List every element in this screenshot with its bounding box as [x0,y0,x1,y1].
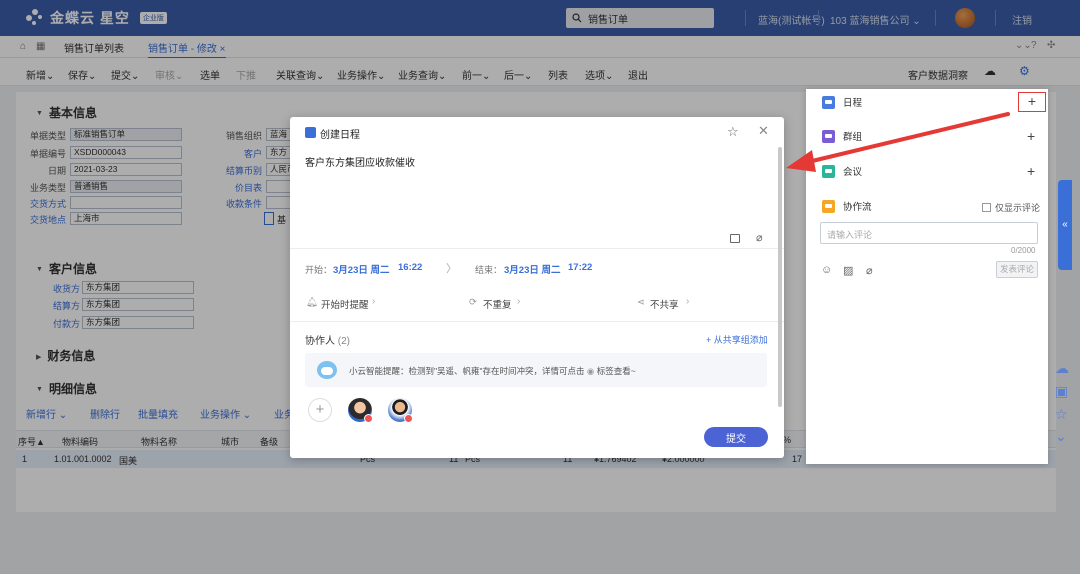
attachment-icon[interactable]: ⌀ [866,264,873,277]
workflow-icon [822,199,835,213]
bell-icon: 🔔︎ [306,297,319,308]
tip-link[interactable]: 标签查看~ [597,366,636,376]
comment-input[interactable]: 请输入评论 [820,222,1038,244]
assistant-bot-icon [317,361,337,379]
remove-badge-icon[interactable] [364,414,373,423]
share-icon: ⋖ [637,297,645,308]
side-expand-handle[interactable]: « [1058,180,1072,270]
chat-icon[interactable]: ▣ [1055,383,1068,400]
group-icon [822,129,835,143]
panel-item-label: 会议 [843,167,863,178]
start-time[interactable]: 16:22 [398,262,422,273]
dialog-title: 创建日程 [320,130,360,141]
checkbox-icon[interactable] [982,203,991,212]
start-date[interactable]: 3月23日 周二 [333,262,390,276]
start-label: 开始： [305,265,333,275]
schedule-content-textarea[interactable]: 客户东方集团应收款催收 [305,154,765,169]
avatar[interactable] [388,398,413,423]
star-icon[interactable]: ☆ [1055,406,1068,423]
scrollbar[interactable] [778,147,782,407]
repeat-option[interactable]: 不重复 [483,297,512,311]
panel-item-label: 日程 [843,98,863,109]
add-meeting-button[interactable]: + [1027,164,1035,178]
collab-label: 协作人 [305,336,335,347]
remind-option[interactable]: 开始时提醒 [321,297,369,311]
tip-message: 小云智能提醒：检测到"吴遥、帆雍"存在时间冲突，详情可点击 [349,366,585,376]
chevron-right-icon: › [517,296,521,307]
panel-item-label: 协作流 [843,202,872,213]
collab-count: (2) [337,336,351,347]
star-icon[interactable]: ☆ [727,124,739,140]
image-icon[interactable]: ▨ [843,264,853,277]
divider [290,321,784,322]
add-collaborator-button[interactable]: + [308,398,332,422]
add-schedule-button[interactable]: + [1018,92,1046,112]
schedule-icon [822,95,835,109]
panel-item-label: 群组 [843,132,863,143]
panel-item-workflow: 协作流 [822,198,872,214]
tag-icon: ◉ [586,366,595,376]
end-date[interactable]: 3月23日 周二 [504,262,561,276]
end-label: 结束： [475,265,503,275]
end-time[interactable]: 17:22 [568,262,592,273]
panel-item-meeting[interactable]: 会议 [822,163,862,179]
meeting-icon [822,164,835,178]
panel-item-group[interactable]: 群组 [822,128,862,144]
post-comment-button[interactable]: 发表评论 [996,261,1038,278]
cloud-icon[interactable]: ☁ [1055,360,1069,377]
only-comments-checkbox[interactable]: 仅显示评论 [982,201,1040,214]
chevron-right-icon: › [686,296,690,307]
add-group-button[interactable]: + [1027,129,1035,143]
checkbox-label: 仅显示评论 [995,203,1041,213]
chevron-down-icon[interactable]: ⌄ [1055,428,1067,445]
share-option[interactable]: 不共享 [650,297,679,311]
remove-badge-icon[interactable] [404,414,413,423]
close-icon[interactable]: ✕ [758,123,769,139]
collaboration-panel: 日程 + 群组 + 会议 + 协作流 仅显示评论 请输入评论 0/2000 ☺ … [806,89,1048,464]
emoji-icon[interactable]: ☺ [821,264,832,276]
tip-text: 小云智能提醒：检测到"吴遥、帆雍"存在时间冲突，详情可点击 ◉ 标签查看~ [349,365,636,377]
calendar-icon [305,127,316,138]
divider [290,248,784,249]
chevron-right-icon: 〉 [446,263,457,275]
avatar[interactable] [348,398,373,423]
panel-item-schedule[interactable]: 日程 [822,94,862,110]
chevron-right-icon: › [372,296,376,307]
create-schedule-dialog: 创建日程 ☆ ✕ 客户东方集团应收款催收 ⌀ 开始： 3月23日 周二 16:2… [290,117,784,458]
add-from-share-group-link[interactable]: + 从共享组添加 [706,333,768,346]
attachment-icon[interactable]: ⌀ [756,231,763,244]
comment-char-count: 0/2000 [1011,246,1036,255]
image-icon[interactable] [730,234,740,243]
collaborators-label: 协作人 (2) [305,332,350,347]
submit-button[interactable]: 提交 [704,427,768,447]
smart-tip: 小云智能提醒：检测到"吴遥、帆雍"存在时间冲突，详情可点击 ◉ 标签查看~ [305,353,767,387]
repeat-icon: ⟳ [469,297,477,308]
